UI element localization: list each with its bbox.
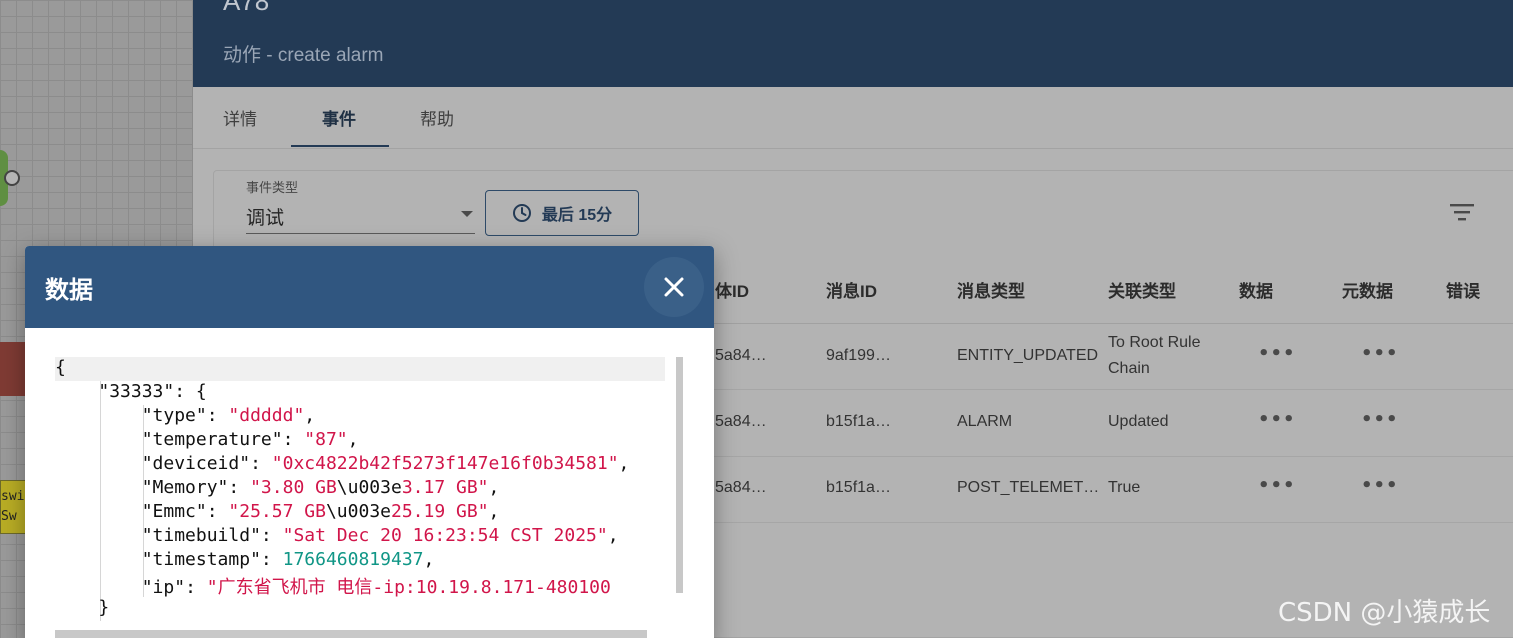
tab-help[interactable]: 帮助 [420,105,454,130]
tab-events[interactable]: 事件 [322,105,356,130]
cell-message-type: ALARM [957,413,1013,430]
active-line-highlight [55,357,665,381]
vertical-scrollbar[interactable] [676,357,683,593]
close-icon [664,277,684,297]
dropdown-arrow-icon[interactable] [461,211,473,217]
column-data: 数据 [1239,282,1273,301]
cell-relation-type: Updated [1108,413,1169,430]
dialog-header: 数据 [25,246,714,328]
column-metadata: 元数据 [1342,282,1393,301]
cell-message-id: b15f1a… [826,413,891,430]
json-line: "type": "ddddd", [141,405,316,426]
json-line: "ip": "广东省飞机市 电信-ip:10.19.8.171-480100 [141,577,611,598]
cell-message-id: b15f1a… [826,479,891,496]
cell-entity-id: 5a84… [715,413,767,430]
json-viewer[interactable]: { "33333": { "type": "ddddd", "temperatu… [55,357,665,632]
json-line: "timestamp": 1766460819437, [141,549,435,570]
view-data-button[interactable]: ••• [1258,409,1296,430]
column-error: 错误 [1446,282,1480,301]
select-underline [246,233,475,234]
cell-message-type: POST_TELEMET… [957,479,1100,496]
close-button[interactable] [644,257,704,317]
view-metadata-button[interactable]: ••• [1361,409,1399,430]
tab-details[interactable]: 详情 [223,105,257,130]
node-subtitle: 动作 - create alarm [223,45,384,66]
json-line: "Emmc": "25.57 GB\u003e25.19 GB", [141,501,500,522]
cell-entity-id: 5a84… [715,479,767,496]
horizontal-scrollbar[interactable] [55,630,647,638]
cell-relation-type: To Root Rule [1108,334,1201,351]
cell-entity-id: 5a84… [715,347,767,364]
json-line: "timebuild": "Sat Dec 20 16:23:54 CST 20… [141,525,619,546]
dialog-title: 数据 [45,277,93,304]
view-data-button[interactable]: ••• [1258,475,1296,496]
cell-relation-type-cont: Chain [1108,360,1150,377]
json-line: "deviceid": "0xc4822b42f5273f147e16f0b34… [141,453,630,474]
view-metadata-button[interactable]: ••• [1361,475,1399,496]
tabs-bar: 详情 事件 帮助 [193,87,1513,149]
column-message-type[interactable]: 消息类型 [957,277,1025,302]
column-message-id[interactable]: 消息ID [826,277,877,302]
data-dialog: 数据 { "33333": { "type": "ddddd", "temper… [25,246,714,638]
time-window-button[interactable]: 最后 15分 [485,190,639,236]
canvas-connector[interactable] [4,170,20,186]
panel-header: A78 动作 - create alarm [193,0,1513,87]
cell-message-id: 9af199… [826,347,891,364]
clock-icon [512,204,531,222]
view-metadata-button[interactable]: ••• [1361,343,1399,364]
cell-relation-type: True [1108,479,1141,496]
column-entity-id[interactable]: 体ID [715,277,749,302]
json-line: } [98,597,110,618]
event-type-label: 事件类型 [246,180,299,195]
filter-list-icon[interactable] [1449,201,1475,223]
view-data-button[interactable]: ••• [1258,343,1296,364]
json-line: "33333": { [98,381,207,402]
watermark: CSDN @小猿成长 [1278,598,1491,628]
json-line: "Memory": "3.80 GB\u003e3.17 GB", [141,477,500,498]
json-line: "temperature": "87", [141,429,359,450]
json-line: { [55,357,66,378]
active-tab-indicator [291,145,389,147]
time-window-label: 最后 15分 [541,207,613,224]
node-name: A78 [223,0,270,16]
column-relation-type[interactable]: 关联类型 [1108,277,1176,302]
cell-message-type: ENTITY_UPDATED [957,347,1099,364]
event-type-select[interactable]: 调试 [246,203,284,230]
